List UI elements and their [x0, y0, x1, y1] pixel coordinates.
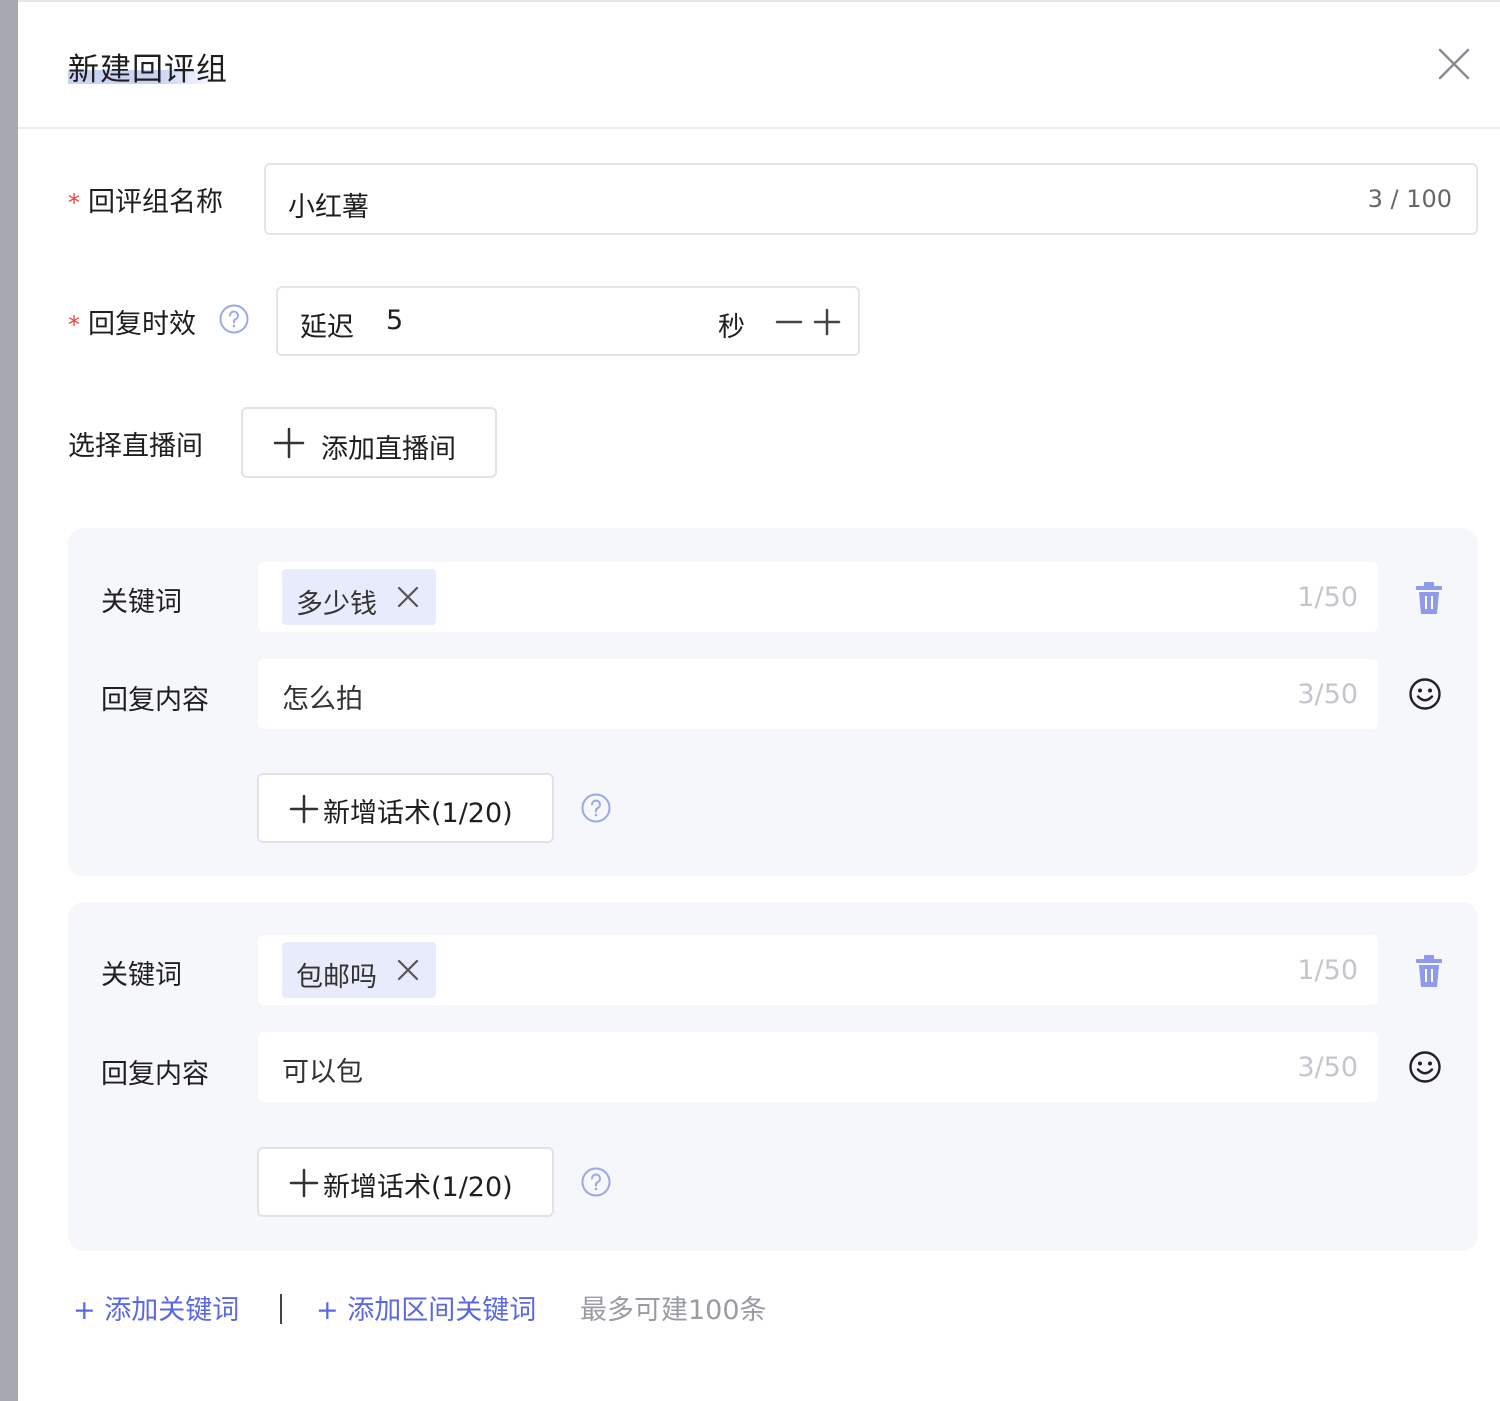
dialog-panel: 新建回评组 * 回评组名称 小红薯 3 / 100 * 回复时效 延迟 5 秒 选择…	[18, 2, 1500, 1401]
add-script-button[interactable]: 新增话术(1/20)	[257, 1147, 554, 1217]
name-label: 回评组名称	[88, 187, 223, 218]
timing-label: 回复时效	[88, 309, 196, 340]
reply-count: 3/50	[1297, 1052, 1358, 1083]
plus-icon	[289, 794, 319, 824]
reply-value: 可以包	[282, 1057, 363, 1088]
delay-value[interactable]: 5	[386, 305, 403, 336]
name-input-value: 小红薯	[288, 192, 369, 223]
footer-separator	[280, 1294, 282, 1324]
dialog-title: 新建回评组	[68, 52, 228, 88]
dialog-header: 新建回评组	[18, 2, 1500, 129]
name-char-count: 3 / 100	[1367, 185, 1452, 213]
add-script-label: 新增话术(1/20)	[323, 798, 513, 829]
required-mark: *	[68, 189, 80, 217]
name-input[interactable]: 小红薯 3 / 100	[264, 163, 1478, 235]
timing-label-row: * 回复时效	[68, 302, 196, 341]
keyword-tag-text: 包邮吗	[296, 962, 377, 993]
keyword-count: 1/50	[1297, 582, 1358, 613]
reply-label: 回复内容	[101, 1059, 209, 1090]
name-label-row: * 回评组名称	[68, 180, 223, 219]
add-room-label: 添加直播间	[321, 434, 456, 465]
rule-group-2: 关键词 包邮吗 1/50 回复内容 可以包 3/50 新增话术(1/20)	[68, 902, 1478, 1251]
reply-input[interactable]: 可以包 3/50	[258, 1032, 1378, 1102]
reply-label: 回复内容	[101, 685, 209, 716]
keyword-label: 关键词	[101, 587, 182, 618]
limit-hint: 最多可建100条	[580, 1295, 767, 1326]
room-label: 选择直播间	[68, 431, 203, 462]
keyword-count: 1/50	[1297, 955, 1358, 986]
minus-icon[interactable]	[774, 302, 804, 342]
emoji-icon[interactable]	[1408, 1050, 1442, 1084]
add-script-label: 新增话术(1/20)	[323, 1172, 513, 1203]
add-keyword-link[interactable]: + 添加关键词	[73, 1288, 239, 1327]
tag-close-icon[interactable]	[397, 959, 419, 981]
reply-count: 3/50	[1297, 679, 1358, 710]
trash-icon[interactable]	[1412, 954, 1446, 990]
close-icon[interactable]	[1436, 46, 1472, 82]
keyword-tag: 多少钱	[282, 569, 436, 625]
rule-group-1: 关键词 多少钱 1/50 回复内容 怎么拍 3/50 新增话术(1/20)	[68, 528, 1478, 876]
keyword-input[interactable]: 多少钱 1/50	[258, 562, 1378, 632]
reply-input[interactable]: 怎么拍 3/50	[258, 659, 1378, 729]
keyword-label: 关键词	[101, 960, 182, 991]
required-mark: *	[68, 311, 80, 339]
delay-unit: 秒	[718, 312, 745, 343]
tag-close-icon[interactable]	[397, 586, 419, 608]
trash-icon[interactable]	[1412, 581, 1446, 617]
reply-value: 怎么拍	[282, 684, 363, 715]
help-icon[interactable]	[580, 1166, 612, 1198]
help-icon[interactable]	[580, 792, 612, 824]
plus-icon	[273, 427, 305, 459]
keyword-input[interactable]: 包邮吗 1/50	[258, 935, 1378, 1005]
add-range-keyword-link[interactable]: + 添加区间关键词	[316, 1288, 536, 1327]
add-room-button[interactable]: 添加直播间	[241, 407, 497, 478]
delay-prefix: 延迟	[300, 312, 354, 343]
delay-stepper[interactable]: 延迟 5 秒	[276, 286, 860, 356]
keyword-tag-text: 多少钱	[296, 589, 377, 620]
emoji-icon[interactable]	[1408, 677, 1442, 711]
plus-icon[interactable]	[812, 302, 842, 342]
help-icon[interactable]	[218, 303, 250, 335]
plus-icon	[289, 1168, 319, 1198]
keyword-tag: 包邮吗	[282, 942, 436, 998]
backdrop-edge	[0, 0, 18, 1401]
add-script-button[interactable]: 新增话术(1/20)	[257, 773, 554, 843]
